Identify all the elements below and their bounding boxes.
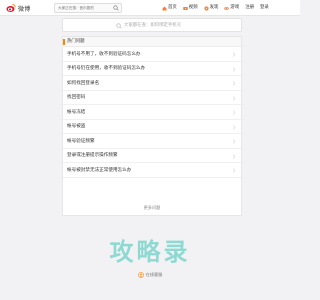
question-item[interactable]: 找回密码 [63, 91, 241, 105]
question-item[interactable]: 帐号被盗 [63, 120, 241, 134]
top-navigation-bar: 微博 首页 视频 发现 游戏 注册 登录 [0, 0, 300, 16]
question-text: 帐号被盗 [67, 124, 86, 130]
chevron-right-icon [232, 153, 236, 159]
question-item[interactable]: 登录或注册提示操作频繁 [63, 149, 241, 163]
question-item[interactable]: 帐号被封禁无法正常使用怎么办 [63, 163, 241, 178]
customer-service-icon [137, 272, 144, 278]
watermark-text: 攻略录 [109, 238, 191, 266]
more-questions-link[interactable]: 更多问题 [63, 205, 241, 211]
chevron-right-icon [232, 139, 236, 144]
nav-item-game[interactable]: 游戏 [224, 3, 239, 13]
game-icon [224, 6, 230, 10]
nav-item-discover[interactable]: 发现 [203, 3, 219, 13]
chevron-right-icon [232, 95, 236, 101]
chevron-right-icon [232, 168, 236, 173]
question-item[interactable]: 手机号仍在使用，收不到验证码怎么办 [63, 62, 241, 76]
panel-header-accent [63, 39, 65, 45]
question-list: 手机号不用了，收不到验证码怎么办 手机号仍在使用，收不到验证码怎么办 如何找回登… [63, 47, 241, 178]
nav-item-label: 发现 [209, 5, 219, 10]
help-search-placeholder: 大家都在查：如何绑定手机号 [124, 23, 182, 28]
login-link[interactable]: 登录 [260, 3, 269, 13]
online-service-link[interactable]: 在线客服 [0, 272, 300, 278]
nav-item-label: 视频 [188, 5, 198, 10]
chevron-right-icon [232, 110, 236, 115]
question-item[interactable]: 帐号冻结 [63, 105, 241, 120]
question-text: 帐号冻结 [67, 109, 86, 115]
weibo-logo-icon [6, 4, 16, 12]
top-nav: 首页 视频 发现 游戏 注册 登录 [162, 3, 269, 13]
question-text: 手机号仍在使用，收不到验证码怎么办 [67, 66, 146, 72]
chevron-right-icon [232, 66, 236, 72]
nav-item-label: 首页 [168, 5, 177, 10]
online-service-label: 在线客服 [145, 272, 163, 277]
nav-item-video[interactable]: 视频 [183, 3, 198, 13]
top-search-input[interactable] [54, 3, 122, 13]
panel-title: 热门问题 [67, 39, 85, 44]
logo-text: 微博 [18, 5, 31, 13]
search-icon[interactable] [113, 5, 119, 11]
chevron-right-icon [232, 52, 236, 57]
question-text: 手机号不用了，收不到验证码怎么办 [67, 51, 141, 57]
help-search-box[interactable]: 大家都在查：如何绑定手机号 [62, 18, 242, 32]
question-item[interactable]: 如何找回登录名 [63, 76, 241, 91]
chevron-right-icon [232, 124, 236, 130]
hot-questions-panel: 热门问题 手机号不用了，收不到验证码怎么办 手机号仍在使用，收不到验证码怎么办 … [62, 36, 242, 216]
chevron-right-icon [232, 81, 236, 86]
question-text: 登录或注册提示操作频繁 [67, 153, 118, 159]
weibo-logo[interactable]: 微博 [6, 3, 30, 13]
video-icon [183, 6, 188, 10]
panel-header: 热门问题 [63, 37, 241, 47]
question-item[interactable]: 帐号验证频繁 [63, 134, 241, 149]
question-text: 帐号被封禁无法正常使用怎么办 [67, 167, 132, 173]
question-text: 找回密码 [67, 95, 86, 101]
nav-item-home[interactable]: 首页 [162, 3, 177, 13]
question-item[interactable]: 手机号不用了，收不到验证码怎么办 [63, 47, 241, 62]
question-text: 如何找回登录名 [67, 80, 100, 86]
search-icon [116, 22, 122, 29]
register-link[interactable]: 注册 [245, 3, 254, 13]
nav-item-label: 游戏 [230, 5, 240, 10]
home-icon [162, 6, 167, 10]
discover-icon [203, 5, 209, 11]
question-text: 帐号验证频繁 [67, 138, 95, 144]
